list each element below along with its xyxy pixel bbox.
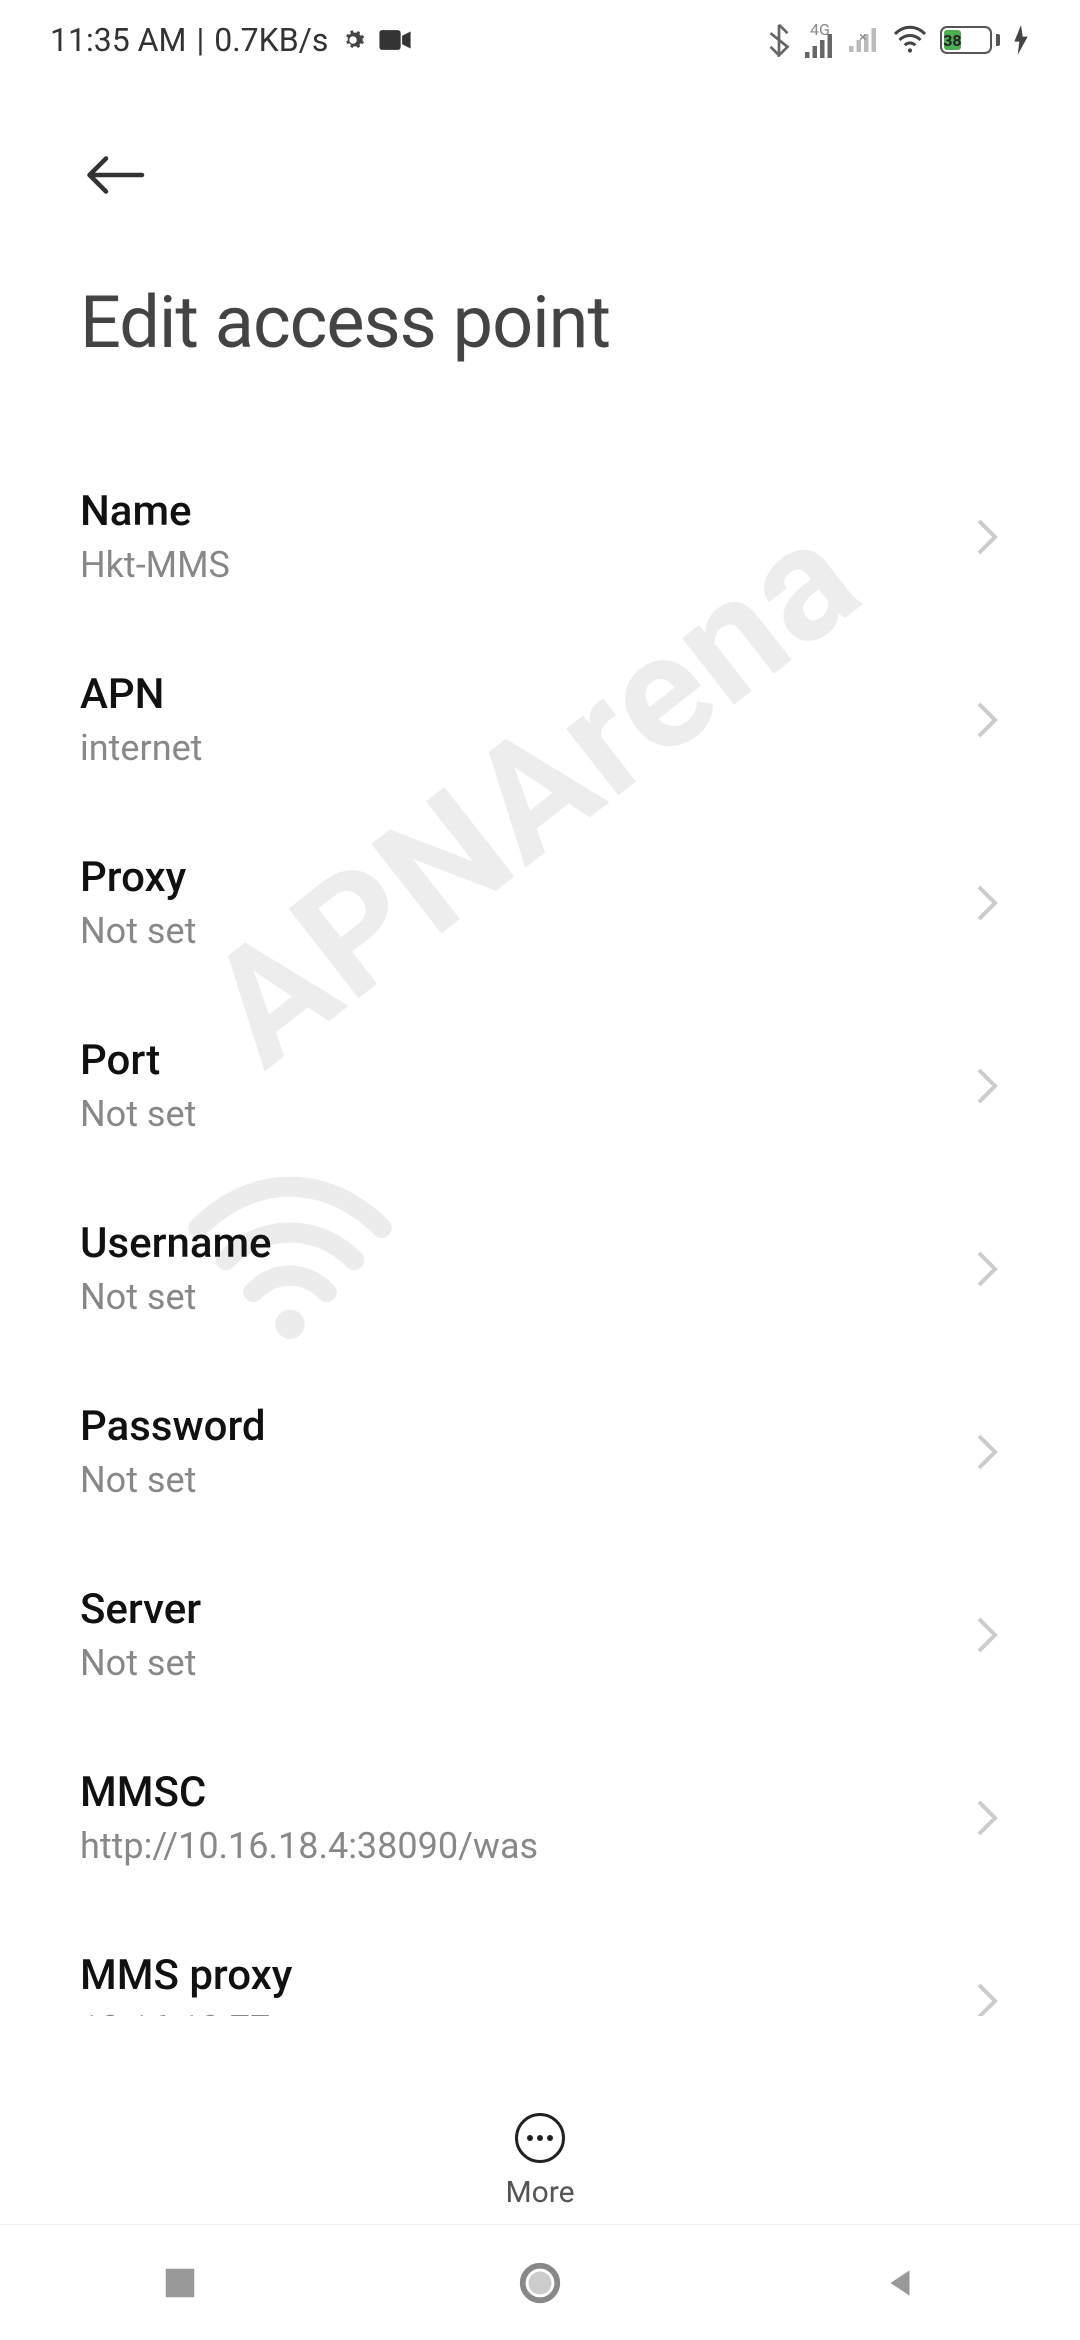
- status-bar: 11:35 AM | 0.7KB/s 4G: [0, 0, 1080, 80]
- row-mmsc[interactable]: MMSC http://10.16.18.4:38090/was: [80, 1726, 1000, 1909]
- battery-percentage: 38: [944, 30, 961, 50]
- row-label: Username: [80, 1219, 272, 1268]
- triangle-left-icon: [881, 2264, 919, 2302]
- row-server[interactable]: Server Not set: [80, 1543, 1000, 1726]
- signal-icon-2: [848, 28, 880, 52]
- camera-icon: [378, 27, 412, 53]
- chevron-right-icon: [974, 1249, 1000, 1289]
- row-username[interactable]: Username Not set: [80, 1177, 1000, 1360]
- row-label: Name: [80, 487, 230, 536]
- chevron-right-icon: [974, 1798, 1000, 1838]
- row-value: Not set: [80, 1276, 272, 1318]
- row-label: Server: [80, 1585, 201, 1634]
- chevron-right-icon: [974, 1066, 1000, 1106]
- bluetooth-icon: [766, 23, 792, 57]
- row-value: Not set: [80, 1093, 196, 1135]
- nav-home-button[interactable]: [440, 2243, 640, 2323]
- row-label: APN: [80, 670, 202, 719]
- row-label: MMSC: [80, 1768, 538, 1817]
- row-label: Password: [80, 1402, 266, 1451]
- row-mms-proxy[interactable]: MMS proxy 10.16.18.77: [80, 1909, 1000, 2016]
- chevron-right-icon: [974, 1432, 1000, 1472]
- nav-recents-button[interactable]: [80, 2243, 280, 2323]
- row-apn[interactable]: APN internet: [80, 628, 1000, 811]
- chevron-right-icon: [974, 883, 1000, 923]
- wifi-icon: [892, 25, 928, 55]
- arrow-left-icon: [85, 153, 145, 197]
- row-password[interactable]: Password Not set: [80, 1360, 1000, 1543]
- status-time: 11:35 AM: [50, 21, 186, 59]
- row-name[interactable]: Name Hkt-MMS: [80, 445, 1000, 628]
- row-value: Not set: [80, 1642, 201, 1684]
- row-port[interactable]: Port Not set: [80, 994, 1000, 1177]
- row-label: Port: [80, 1036, 196, 1085]
- row-value: Hkt-MMS: [80, 544, 230, 586]
- row-label: Proxy: [80, 853, 196, 902]
- nav-back-button[interactable]: [800, 2243, 1000, 2323]
- more-icon: [515, 2113, 565, 2163]
- gear-icon: [338, 25, 368, 55]
- more-button[interactable]: More: [505, 2113, 574, 2210]
- row-value: internet: [80, 727, 202, 769]
- system-nav-bar: [0, 2224, 1080, 2340]
- row-value: http://10.16.18.4:38090/was: [80, 1825, 538, 1867]
- signal-icon-1: [804, 34, 836, 58]
- back-button[interactable]: [80, 140, 150, 210]
- row-value: Not set: [80, 910, 196, 952]
- circle-icon: [517, 2260, 563, 2306]
- settings-list: Name Hkt-MMS APN internet Proxy Not set …: [0, 385, 1080, 2016]
- chevron-right-icon: [974, 517, 1000, 557]
- row-value: Not set: [80, 1459, 266, 1501]
- page-title: Edit access point: [80, 280, 1000, 365]
- battery-indicator: 38: [940, 26, 1000, 54]
- chevron-right-icon: [974, 1981, 1000, 2017]
- square-icon: [161, 2264, 199, 2302]
- row-label: MMS proxy: [80, 1951, 292, 2000]
- chevron-right-icon: [974, 700, 1000, 740]
- more-label: More: [505, 2175, 574, 2210]
- row-proxy[interactable]: Proxy Not set: [80, 811, 1000, 994]
- row-value: 10.16.18.77: [80, 2008, 292, 2016]
- bottom-action-bar: More: [0, 2113, 1080, 2210]
- charging-icon: [1012, 25, 1030, 55]
- chevron-right-icon: [974, 1615, 1000, 1655]
- status-separator: |: [196, 21, 204, 59]
- status-speed: 0.7KB/s: [214, 21, 328, 59]
